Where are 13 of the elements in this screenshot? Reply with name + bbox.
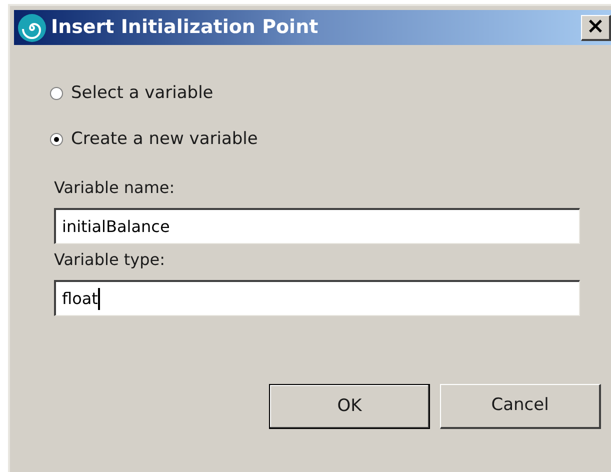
text-field[interactable]: float bbox=[54, 280, 580, 316]
close-button[interactable]: × bbox=[581, 14, 611, 40]
window-title: Insert Initialization Point bbox=[51, 15, 318, 40]
radio-label[interactable]: Select a variable bbox=[71, 81, 214, 106]
field-label: Variable type: bbox=[54, 249, 166, 271]
radio-button[interactable] bbox=[50, 87, 63, 100]
radio-label[interactable]: Create a new variable bbox=[71, 126, 258, 152]
field-label: Variable name: bbox=[54, 177, 176, 199]
radio-button[interactable] bbox=[50, 132, 63, 146]
spiral-logo-icon bbox=[17, 12, 47, 42]
text-field[interactable]: initialBalance bbox=[54, 208, 580, 244]
dialog-button[interactable]: OK bbox=[269, 384, 430, 429]
dialog-button[interactable]: Cancel bbox=[440, 384, 601, 429]
